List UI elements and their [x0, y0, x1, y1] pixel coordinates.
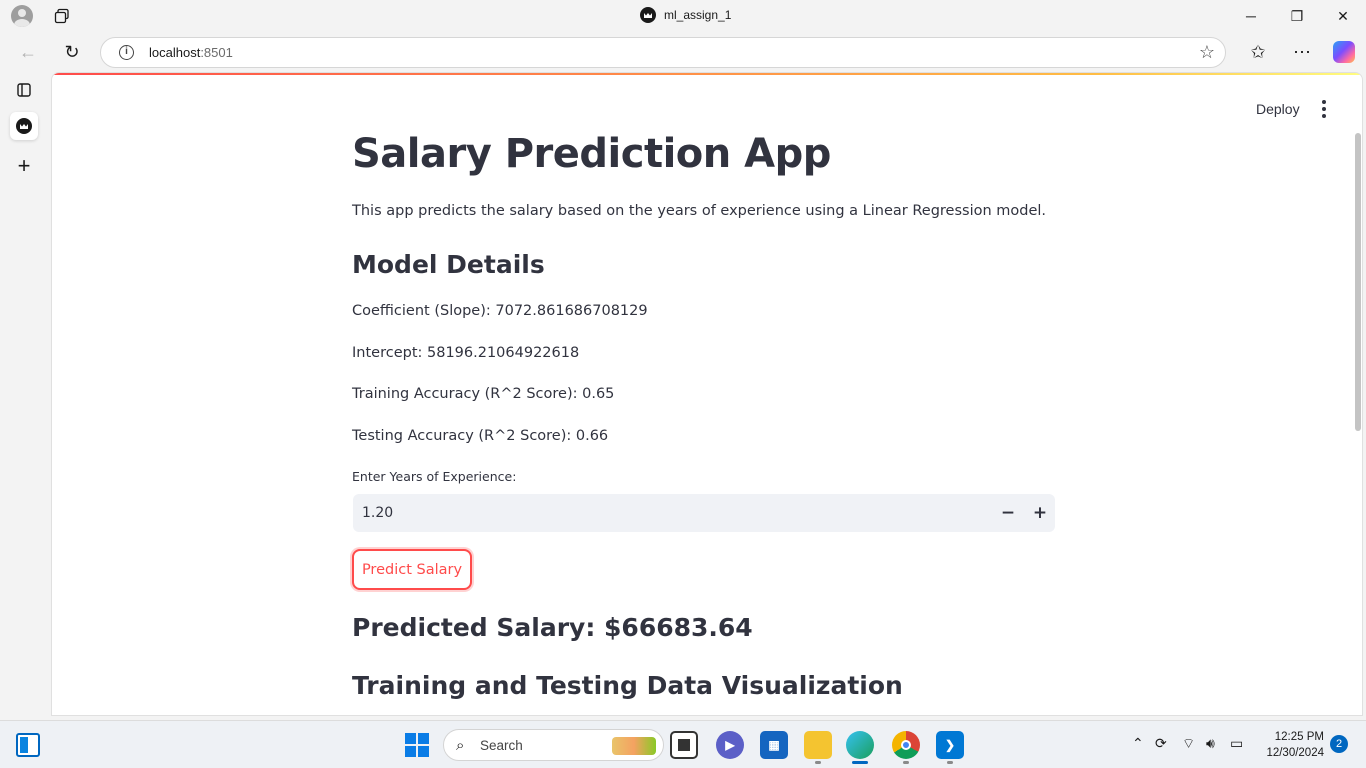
restore-button[interactable]: ❐: [1274, 0, 1320, 32]
predicted-salary-heading: Predicted Salary: $66683.64: [352, 613, 753, 642]
edge-browser-icon[interactable]: [846, 731, 874, 759]
testing-accuracy-text: Testing Accuracy (R^2 Score): 0.66: [352, 428, 609, 444]
experience-number-input[interactable]: 1.20 − +: [353, 494, 1055, 532]
chrome-browser-icon[interactable]: [892, 731, 920, 759]
coefficient-text: Coefficient (Slope): 7072.861686708129: [352, 303, 648, 319]
streamlit-crown-icon: [640, 7, 656, 23]
browser-title-bar: ml_assign_1 ─ ❐ ✕: [0, 0, 1366, 32]
widgets-icon[interactable]: [16, 733, 40, 757]
favorites-icon[interactable]: ✩: [1244, 40, 1272, 64]
minimize-button[interactable]: ─: [1228, 0, 1274, 32]
tab-streamlit[interactable]: [10, 112, 38, 140]
predict-salary-button[interactable]: Predict Salary: [352, 549, 472, 590]
battery-icon[interactable]: ▭: [1230, 735, 1243, 752]
microsoft-store-icon[interactable]: ▦: [760, 731, 788, 759]
tab-title-text: ml_assign_1: [664, 8, 732, 22]
start-windows-icon[interactable]: [405, 733, 429, 757]
active-indicator: [852, 761, 868, 764]
main-menu-icon[interactable]: [1314, 99, 1334, 119]
taskbar-clock[interactable]: 12:25 PM 12/30/2024: [1256, 729, 1324, 761]
deploy-button[interactable]: Deploy: [1256, 101, 1300, 117]
browser-sidebar: +: [0, 72, 48, 716]
tab-actions-icon[interactable]: [54, 8, 70, 24]
close-window-button[interactable]: ✕: [1320, 0, 1366, 32]
favorite-star-icon[interactable]: ☆: [1199, 42, 1215, 63]
search-icon: ⌕: [456, 737, 465, 754]
notification-badge[interactable]: 2: [1330, 735, 1348, 753]
experience-value[interactable]: 1.20: [362, 505, 393, 521]
app-description: This app predicts the salary based on th…: [352, 203, 1047, 219]
running-indicator: [947, 761, 953, 764]
experience-input-label: Enter Years of Experience:: [352, 469, 517, 484]
more-options-icon[interactable]: ⋯: [1288, 40, 1316, 64]
address-bar[interactable]: i localhost:8501 ☆: [100, 37, 1226, 68]
model-details-heading: Model Details: [352, 250, 545, 279]
sync-status-icon[interactable]: ⟳: [1155, 735, 1167, 752]
taskbar-search[interactable]: ⌕ Search: [443, 729, 664, 761]
page-title: Salary Prediction App: [352, 131, 831, 177]
increment-button[interactable]: +: [1025, 498, 1055, 528]
vscode-icon[interactable]: ❯: [936, 731, 964, 759]
web-page: Deploy Salary Prediction App This app pr…: [51, 72, 1363, 716]
browser-toolbar: ← ↻ i localhost:8501 ☆ ✩ ⋯: [0, 32, 1366, 72]
vertical-tabs-icon[interactable]: [10, 76, 38, 104]
clock-date: 12/30/2024: [1266, 747, 1324, 759]
task-view-icon[interactable]: [670, 731, 698, 759]
active-tab[interactable]: ml_assign_1: [640, 7, 731, 23]
decrement-button[interactable]: −: [993, 498, 1023, 528]
clock-time: 12:25 PM: [1274, 731, 1324, 743]
running-indicator: [815, 761, 821, 764]
show-hidden-icons-chevron-icon[interactable]: ⌃: [1132, 735, 1144, 752]
new-tab-plus-icon[interactable]: +: [10, 152, 38, 180]
teams-chat-icon[interactable]: ▶: [716, 731, 744, 759]
wifi-icon[interactable]: ⌔: [1182, 735, 1195, 753]
page-scrollbar[interactable]: [1355, 133, 1361, 431]
site-info-icon[interactable]: i: [119, 45, 134, 60]
intercept-text: Intercept: 58196.21064922618: [352, 345, 580, 361]
visualization-heading: Training and Testing Data Visualization: [352, 671, 903, 700]
url-text[interactable]: localhost:8501: [149, 45, 233, 60]
file-explorer-icon[interactable]: [804, 731, 832, 759]
training-accuracy-text: Training Accuracy (R^2 Score): 0.65: [352, 386, 615, 402]
search-highlight-icon: [612, 737, 656, 755]
profile-avatar-icon[interactable]: [11, 5, 33, 27]
refresh-icon[interactable]: ↻: [58, 40, 86, 64]
windows-taskbar: ⌕ Search ▶ ▦ ❯ ⌃ ⟳ ⌔ 🔊︎ ▭ 12:25 PM 12/30…: [0, 720, 1366, 768]
copilot-icon[interactable]: [1333, 41, 1355, 63]
volume-icon[interactable]: 🔊︎: [1206, 735, 1215, 752]
streamlit-crown-icon: [16, 118, 32, 134]
search-label: Search: [480, 738, 523, 753]
streamlit-header-decoration: [52, 73, 1362, 75]
back-arrow-icon[interactable]: ←: [14, 40, 42, 64]
running-indicator: [903, 761, 909, 764]
